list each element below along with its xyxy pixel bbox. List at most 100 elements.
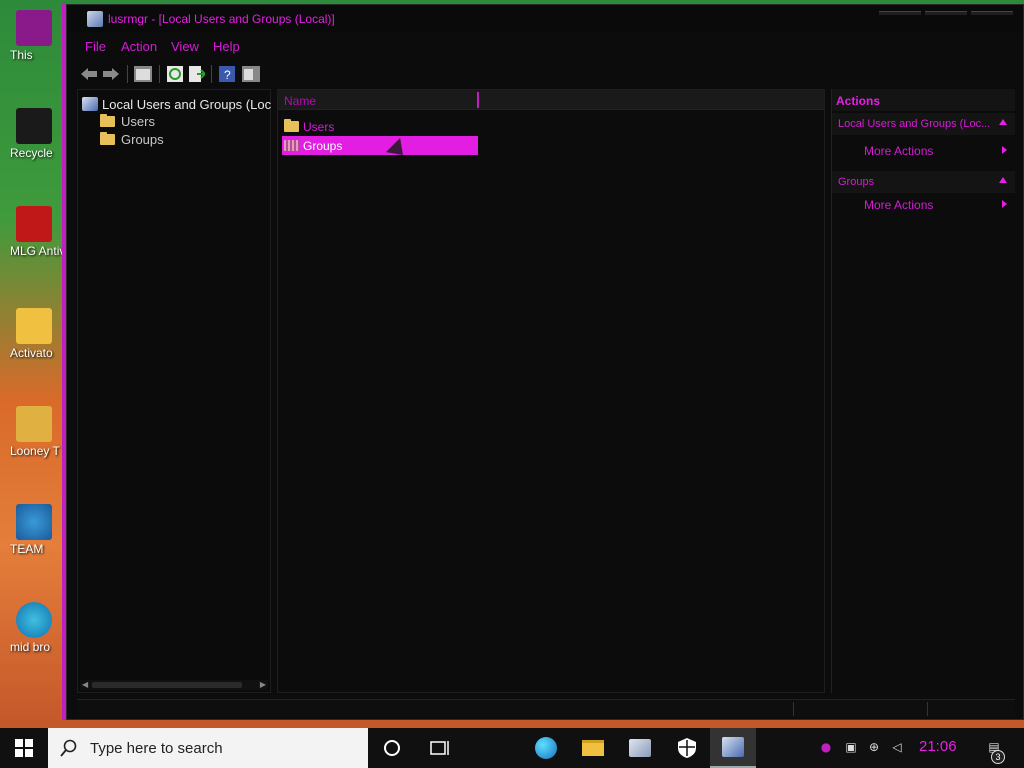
column-resize-handle[interactable] bbox=[477, 92, 479, 108]
cortana-circle-icon bbox=[384, 740, 400, 756]
help-button[interactable]: ? bbox=[217, 64, 237, 84]
console-tree-pane: Local Users and Groups (Loc Users Groups… bbox=[77, 89, 271, 693]
toolbar-separator bbox=[211, 65, 212, 83]
arrow-right-icon bbox=[103, 68, 119, 80]
task-view-button[interactable] bbox=[428, 736, 452, 760]
more-actions-link-1[interactable]: More Actions bbox=[832, 141, 1015, 161]
taskbar-edge-button[interactable] bbox=[534, 736, 558, 760]
tree-root-local-users-and-groups[interactable]: Local Users and Groups (Loc bbox=[82, 95, 271, 113]
edge-icon bbox=[535, 737, 557, 759]
monitor-icon bbox=[16, 10, 52, 46]
task-view-icon bbox=[430, 741, 449, 755]
folder-icon bbox=[284, 119, 299, 132]
desktop-icon-activator[interactable]: Activato bbox=[2, 308, 62, 360]
menu-file[interactable]: File bbox=[85, 39, 106, 54]
taskbar: Type here to search ● ▣ ⊕ ◁ 21:06 ▤ 3 bbox=[0, 728, 1024, 768]
forward-button[interactable] bbox=[101, 64, 121, 84]
taskbar-app-button[interactable] bbox=[628, 736, 652, 760]
maximize-button[interactable] bbox=[925, 11, 967, 15]
menu-action[interactable]: Action bbox=[121, 39, 157, 54]
taskbar-security-button[interactable] bbox=[675, 736, 699, 760]
toolbar-separator bbox=[127, 65, 128, 83]
group-folder-icon bbox=[284, 140, 299, 151]
collapse-up-icon[interactable] bbox=[999, 177, 1007, 183]
show-hide-action-pane-button[interactable] bbox=[241, 64, 261, 84]
tree-item-groups[interactable]: Groups bbox=[100, 130, 164, 148]
faze-logo-icon bbox=[16, 206, 52, 242]
title-bar[interactable]: lusrmgr - [Local Users and Groups (Local… bbox=[67, 5, 1023, 33]
actions-pane: Actions Local Users and Groups (Loc... M… bbox=[831, 89, 1015, 693]
lusrmgr-window: lusrmgr - [Local Users and Groups (Local… bbox=[66, 4, 1024, 720]
windows-logo-icon bbox=[15, 739, 33, 757]
show-hide-tree-button[interactable] bbox=[133, 64, 153, 84]
menu-view[interactable]: View bbox=[171, 39, 199, 54]
status-divider bbox=[927, 702, 928, 716]
results-list-pane: Name Users Groups bbox=[277, 89, 825, 693]
desktop-icon-recycle-bin[interactable]: Recycle bbox=[2, 108, 62, 160]
svg-text:?: ? bbox=[224, 68, 231, 82]
help-icon: ? bbox=[219, 66, 235, 82]
desktop-icon-team[interactable]: TEAM bbox=[2, 504, 62, 556]
column-header-name[interactable]: Name bbox=[284, 94, 316, 108]
control-panel-icon bbox=[629, 739, 651, 757]
status-bar bbox=[77, 699, 1015, 717]
network-globe-icon[interactable]: ⊕ bbox=[866, 740, 882, 756]
list-item-users[interactable]: Users bbox=[282, 117, 334, 136]
submenu-arrow-icon bbox=[1002, 146, 1007, 154]
folder-icon bbox=[16, 308, 52, 344]
volume-muted-icon[interactable]: ◁ bbox=[889, 740, 905, 756]
export-list-icon bbox=[189, 66, 205, 82]
start-button[interactable] bbox=[0, 728, 48, 768]
console-tree-icon bbox=[134, 66, 152, 82]
refresh-button[interactable] bbox=[165, 64, 185, 84]
scroll-left-icon[interactable]: ◀ bbox=[82, 680, 88, 689]
scroll-right-icon[interactable]: ▶ bbox=[260, 680, 266, 689]
toolbar: ? bbox=[77, 59, 1015, 89]
recycle-bin-icon bbox=[16, 108, 52, 144]
shield-icon bbox=[678, 738, 696, 758]
refresh-icon bbox=[167, 66, 183, 82]
folder-icon bbox=[100, 113, 115, 127]
menu-help[interactable]: Help bbox=[213, 39, 240, 54]
window-title: lusrmgr - [Local Users and Groups (Local… bbox=[108, 12, 335, 26]
minimize-button[interactable] bbox=[879, 11, 921, 15]
search-icon bbox=[60, 739, 77, 757]
export-list-button[interactable] bbox=[187, 64, 207, 84]
tray-app-icon[interactable]: ● bbox=[818, 740, 834, 756]
computer-management-icon bbox=[87, 11, 103, 27]
folder-icon bbox=[16, 406, 52, 442]
tray-meet-icon[interactable]: ▣ bbox=[843, 740, 859, 756]
desktop-icon-mid-browser[interactable]: mid bro bbox=[2, 602, 62, 654]
status-divider bbox=[793, 702, 794, 716]
globe-icon bbox=[16, 504, 52, 540]
edge-icon bbox=[16, 602, 52, 638]
desktop-icon-mlg-antivirus[interactable]: MLG Antivi bbox=[2, 206, 68, 258]
back-button[interactable] bbox=[79, 64, 99, 84]
taskbar-search-box[interactable]: Type here to search bbox=[48, 728, 368, 768]
list-item-groups[interactable]: Groups bbox=[282, 136, 478, 155]
submenu-arrow-icon bbox=[1002, 200, 1007, 208]
tree-item-users[interactable]: Users bbox=[100, 112, 155, 130]
computer-management-icon bbox=[722, 737, 744, 757]
notification-count-badge: 3 bbox=[991, 750, 1005, 764]
toolbar-separator bbox=[159, 65, 160, 83]
more-actions-link-2[interactable]: More Actions bbox=[832, 195, 1015, 215]
actions-header: Actions bbox=[832, 89, 1015, 111]
scrollbar-thumb[interactable] bbox=[92, 682, 242, 688]
actions-section-local-users-and-groups[interactable]: Local Users and Groups (Loc... bbox=[832, 113, 1015, 135]
tree-horizontal-scrollbar[interactable]: ◀ ▶ bbox=[80, 680, 268, 690]
close-button[interactable] bbox=[971, 11, 1013, 15]
taskbar-clock[interactable]: 21:06 bbox=[919, 738, 957, 755]
folder-icon bbox=[100, 131, 115, 145]
action-pane-icon bbox=[242, 66, 260, 82]
actions-section-groups[interactable]: Groups bbox=[832, 171, 1015, 193]
desktop-icon-looney-tunes[interactable]: Looney T bbox=[2, 406, 62, 458]
cortana-button[interactable] bbox=[380, 736, 404, 760]
computer-icon bbox=[82, 97, 98, 111]
desktop-icon-this-pc[interactable]: This bbox=[2, 10, 62, 62]
collapse-up-icon[interactable] bbox=[999, 119, 1007, 125]
taskbar-lusrmgr-button[interactable] bbox=[710, 728, 756, 768]
folder-icon bbox=[582, 740, 604, 756]
taskbar-file-explorer-button[interactable] bbox=[581, 736, 605, 760]
arrow-left-icon bbox=[81, 68, 97, 80]
